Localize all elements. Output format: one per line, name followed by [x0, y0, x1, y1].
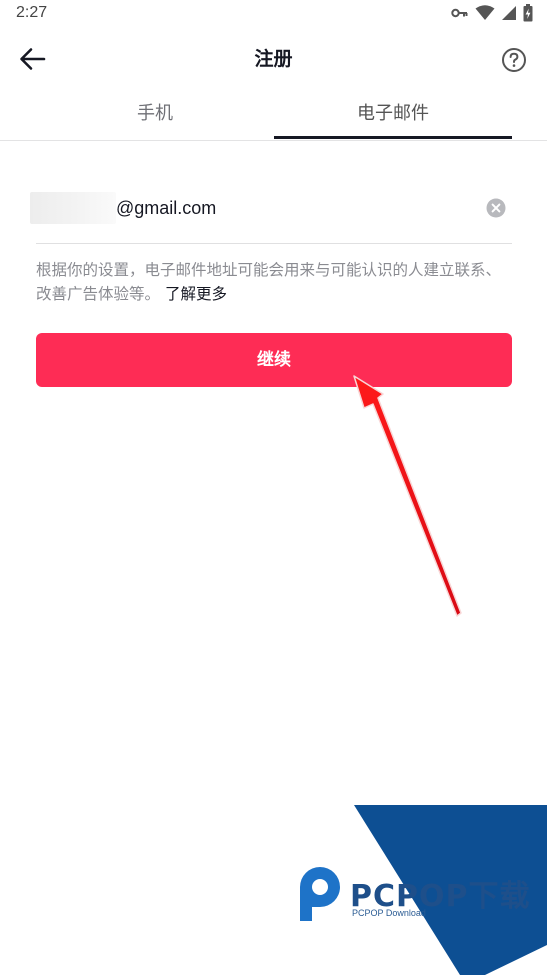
tab-phone[interactable]: 手机 — [36, 90, 274, 138]
email-username-redaction — [30, 192, 116, 224]
privacy-hint-text: 根据你的设置，电子邮件地址可能会用来与可能认识的人建立联系、改善广告体验等。 — [36, 261, 502, 303]
pcpop-logo-icon — [300, 867, 340, 921]
clear-input-button[interactable] — [486, 198, 506, 218]
email-field-value: @gmail.com — [116, 198, 217, 218]
annotation-arrow-icon — [353, 375, 462, 617]
privacy-hint: 根据你的设置，电子邮件地址可能会用来与可能认识的人建立联系、改善广告体验等。 了… — [36, 258, 512, 306]
learn-more-link[interactable]: 了解更多 — [165, 285, 227, 303]
email-field-underline — [36, 243, 512, 244]
clear-circle-icon — [486, 198, 506, 218]
tab-bar: 手机 电子邮件 — [0, 90, 547, 141]
tab-email[interactable]: 电子邮件 — [274, 90, 512, 138]
status-bar: 2:27 — [0, 0, 547, 28]
signal-icon — [502, 6, 516, 20]
help-button[interactable] — [501, 47, 527, 73]
battery-charging-icon — [523, 4, 533, 22]
vpn-key-icon — [451, 8, 468, 18]
watermark-subtitle: PCPOP Download — [352, 908, 426, 918]
status-time: 2:27 — [16, 4, 48, 21]
tab-selected-indicator — [274, 136, 512, 139]
status-icons — [451, 4, 533, 22]
header: 注册 — [0, 30, 547, 88]
question-circle-icon — [502, 48, 526, 72]
watermark: PCPOP下载 PCPOP Download — [290, 805, 547, 975]
email-field[interactable]: @gmail.com — [30, 188, 512, 230]
page-title: 注册 — [254, 48, 293, 70]
wifi-icon — [475, 5, 495, 20]
